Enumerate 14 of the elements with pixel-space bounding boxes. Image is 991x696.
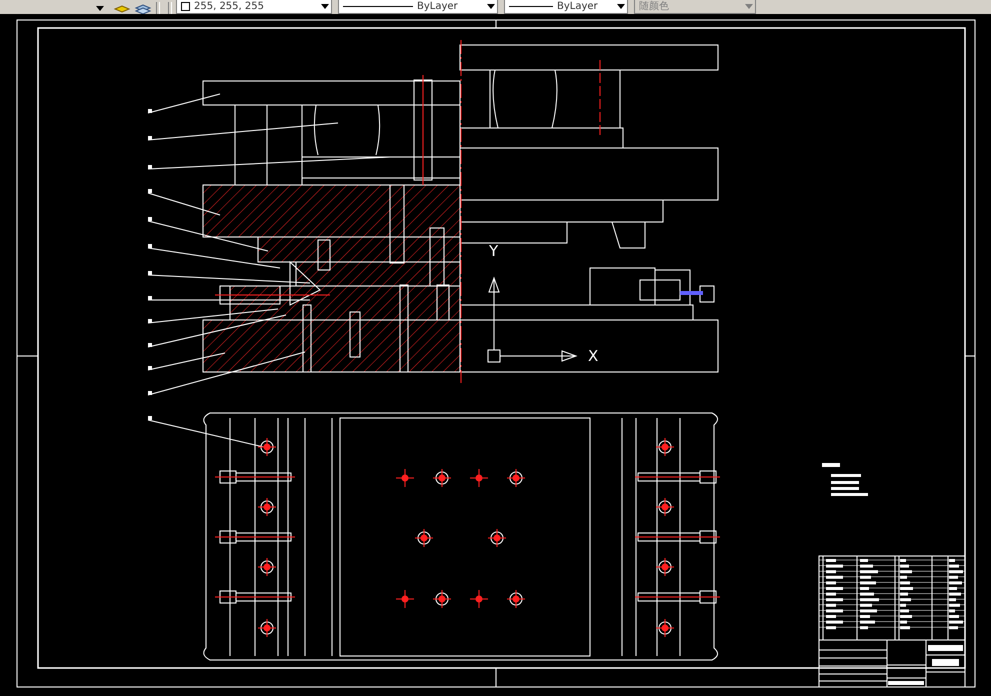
dropdown-arrow-icon[interactable] — [485, 2, 497, 12]
technical-notes-drawing — [822, 463, 868, 496]
ucs-axis-icon — [488, 276, 578, 362]
layers-icon[interactable] — [112, 3, 152, 14]
line-sample-icon — [343, 6, 413, 7]
dropdown-arrow-icon[interactable] — [615, 2, 627, 12]
x-axis-label: X — [588, 349, 598, 364]
linetype-dropdown[interactable]: ByLayer — [338, 0, 498, 14]
color-swatch-icon — [181, 2, 190, 11]
y-axis-label: Y — [489, 244, 498, 259]
line-sample-icon — [509, 6, 553, 7]
lineweight-dropdown[interactable]: ByLayer — [504, 0, 628, 14]
dropdown-arrow-icon[interactable] — [319, 2, 331, 12]
color-dropdown[interactable]: 255, 255, 255 — [176, 0, 332, 14]
